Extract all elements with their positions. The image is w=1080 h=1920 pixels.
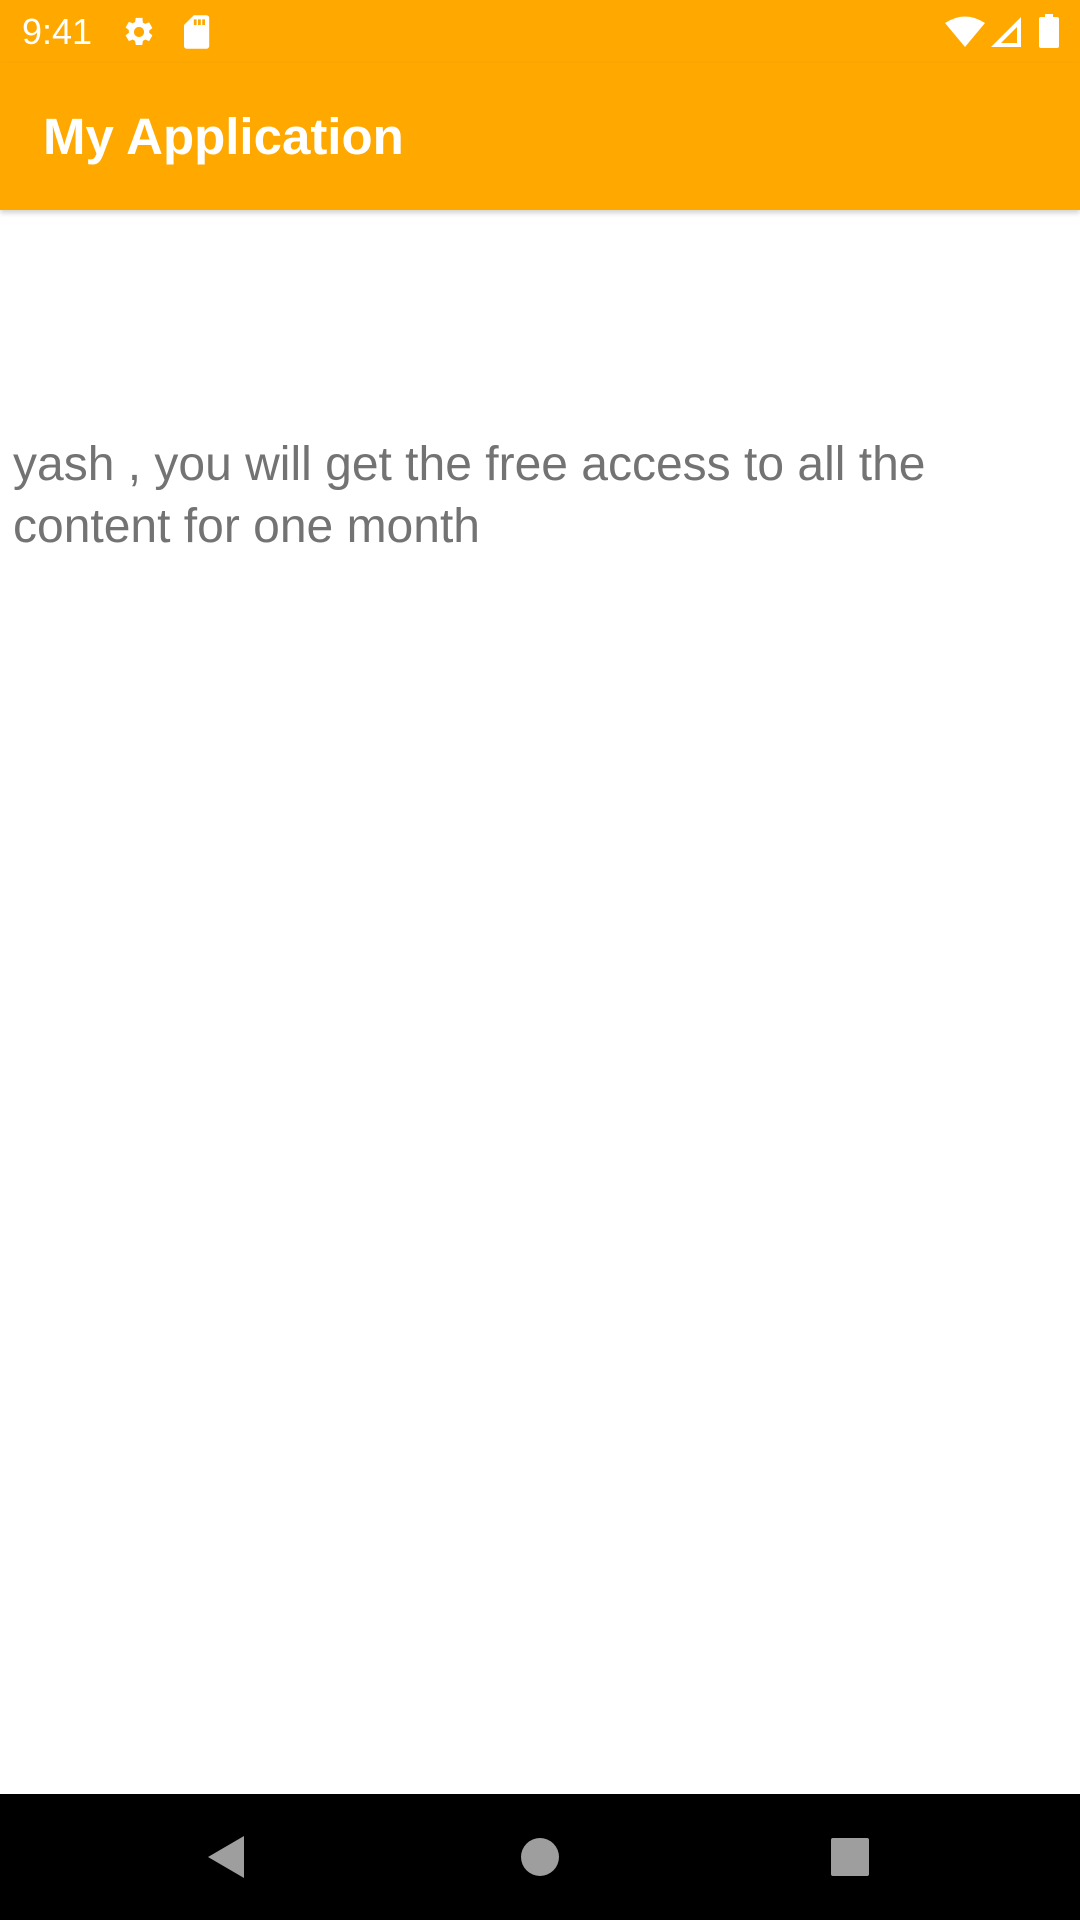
back-icon — [208, 1836, 244, 1878]
status-bar: 9:41 — [0, 0, 1080, 63]
message-text: yash , you will get the free access to a… — [13, 438, 926, 553]
back-button[interactable] — [126, 1794, 326, 1920]
app-title: My Application — [43, 108, 404, 165]
battery-icon — [1039, 14, 1059, 48]
gear-icon — [125, 17, 153, 46]
wifi-icon — [945, 16, 985, 47]
content-area: yash , you will get the free access to a… — [0, 210, 1080, 1794]
navigation-bar — [0, 1794, 1080, 1920]
status-time: 9:41 — [22, 11, 93, 52]
cell-signal-icon — [991, 17, 1021, 47]
screen: 9:41 My Application yash , you will get … — [0, 0, 1080, 1920]
app-bar: My Application — [0, 63, 1080, 210]
home-icon — [521, 1838, 559, 1876]
sd-card-icon — [184, 15, 210, 49]
home-button[interactable] — [440, 1794, 640, 1920]
recents-button[interactable] — [750, 1794, 950, 1920]
recents-icon — [831, 1838, 869, 1876]
